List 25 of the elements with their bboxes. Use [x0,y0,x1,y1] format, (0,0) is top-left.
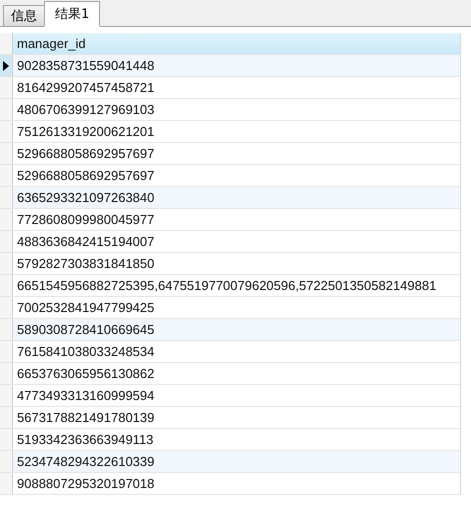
table-cell-text: 6653763065956130862 [16,365,156,383]
table-cell-text: 5296688058692957697 [16,145,156,163]
table-cell-text: 5193342363663949113 [16,431,154,449]
table-cell-text: 9088807295320197018 [16,475,156,493]
header-corner [0,33,13,54]
table-cell-text: 6651545956882725395,6475519770079620596,5722501350582149881 [16,277,438,295]
current-row-icon [3,60,9,70]
table-cell-text: 4883636842415194007 [16,233,156,251]
table-cell-text: 7615841038033248534 [16,343,156,361]
table-cell-text: 8164299207457458721 [16,79,156,97]
table-cell: 5234748294322610339 [13,451,460,472]
table-cell-text: 7002532841947799425 [16,299,156,317]
table-cell-text: 7512613319200621201 [16,123,156,141]
table-cell: 9028358731559041448 [13,55,460,76]
table-cell: 6365293321097263840 [13,187,460,208]
table-cell: 5890308728410669645 [13,319,460,340]
tab[interactable]: 信息 [3,5,45,26]
table-cell-text: 7728608099980045977 [16,211,156,229]
row-indicator[interactable] [0,55,13,76]
table-cell-text: 5673178821491780139 [16,409,156,427]
table-cell-text: 4806706399127969103 [16,101,156,119]
table-cell-text: 4773493313160999594 [16,387,156,405]
table-cell-text: 5792827303831841850 [16,255,156,273]
table-cell-text: 5296688058692957697 [16,167,156,185]
tab[interactable]: 结果1 [44,1,100,27]
